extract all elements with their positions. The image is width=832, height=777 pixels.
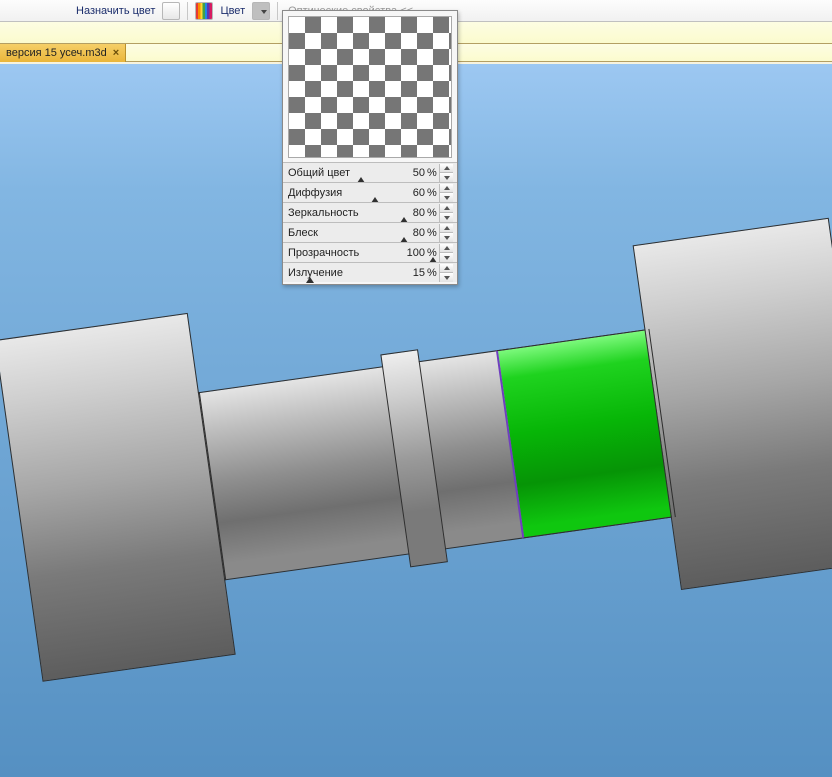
percent-sign: % <box>427 167 439 179</box>
spin-up-icon[interactable] <box>440 184 453 194</box>
prop-value: 100 <box>385 247 427 259</box>
material-preview <box>288 16 452 158</box>
prop-label: Диффузия <box>283 187 385 199</box>
spin-up-icon[interactable] <box>440 204 453 214</box>
optical-properties-panel: Общий цвет 50 % Диффузия 60 % Зеркальнос… <box>282 10 458 285</box>
prop-value: 50 <box>385 167 427 179</box>
spin-down-icon[interactable] <box>440 173 453 182</box>
color-swatch-dropdown[interactable] <box>252 2 270 20</box>
prop-value: 15 <box>385 267 427 279</box>
left-flange[interactable] <box>0 313 236 682</box>
prop-value: 80 <box>385 207 427 219</box>
prop-row-emission[interactable]: Излучение 15 % <box>283 262 457 282</box>
percent-sign: % <box>427 227 439 239</box>
spin-up-icon[interactable] <box>440 224 453 234</box>
prop-label: Зеркальность <box>283 207 385 219</box>
spin-buttons[interactable] <box>439 204 453 222</box>
spin-up-icon[interactable] <box>440 264 453 274</box>
spin-buttons[interactable] <box>439 164 453 182</box>
spin-down-icon[interactable] <box>440 193 453 202</box>
spin-down-icon[interactable] <box>440 233 453 242</box>
color-spectrum-icon[interactable] <box>195 2 213 20</box>
toolbar-separator <box>187 2 188 20</box>
percent-sign: % <box>427 267 439 279</box>
toolbar-separator <box>277 2 278 20</box>
spin-buttons[interactable] <box>439 184 453 202</box>
spin-buttons[interactable] <box>439 224 453 242</box>
assign-color-label: Назначить цвет <box>72 5 159 17</box>
prop-value: 80 <box>385 227 427 239</box>
prop-row-ambient[interactable]: Общий цвет 50 % <box>283 162 457 182</box>
spin-buttons[interactable] <box>439 244 453 262</box>
prop-label: Блеск <box>283 227 385 239</box>
prop-label: Общий цвет <box>283 167 385 179</box>
document-tab-title: версия 15 усеч.m3d <box>6 44 107 62</box>
spin-up-icon[interactable] <box>440 164 453 174</box>
percent-sign: % <box>427 247 439 259</box>
spin-down-icon[interactable] <box>440 213 453 222</box>
percent-sign: % <box>427 207 439 219</box>
prop-row-specular[interactable]: Зеркальность 80 % <box>283 202 457 222</box>
prop-label: Излучение <box>283 267 385 279</box>
color-label: Цвет <box>216 5 249 17</box>
prop-label: Прозрачность <box>283 247 385 259</box>
spin-down-icon[interactable] <box>440 273 453 282</box>
prop-value: 60 <box>385 187 427 199</box>
prop-row-gloss[interactable]: Блеск 80 % <box>283 222 457 242</box>
prop-row-transparency[interactable]: Прозрачность 100 % <box>283 242 457 262</box>
prop-row-diffuse[interactable]: Диффузия 60 % <box>283 182 457 202</box>
selected-green-sleeve[interactable] <box>496 329 673 538</box>
spin-buttons[interactable] <box>439 264 453 282</box>
percent-sign: % <box>427 187 439 199</box>
spin-up-icon[interactable] <box>440 244 453 254</box>
right-flange[interactable] <box>633 218 832 590</box>
spin-down-icon[interactable] <box>440 253 453 262</box>
close-icon[interactable]: × <box>113 44 119 62</box>
palette-icon[interactable] <box>162 2 180 20</box>
document-tab[interactable]: версия 15 усеч.m3d × <box>0 44 126 62</box>
